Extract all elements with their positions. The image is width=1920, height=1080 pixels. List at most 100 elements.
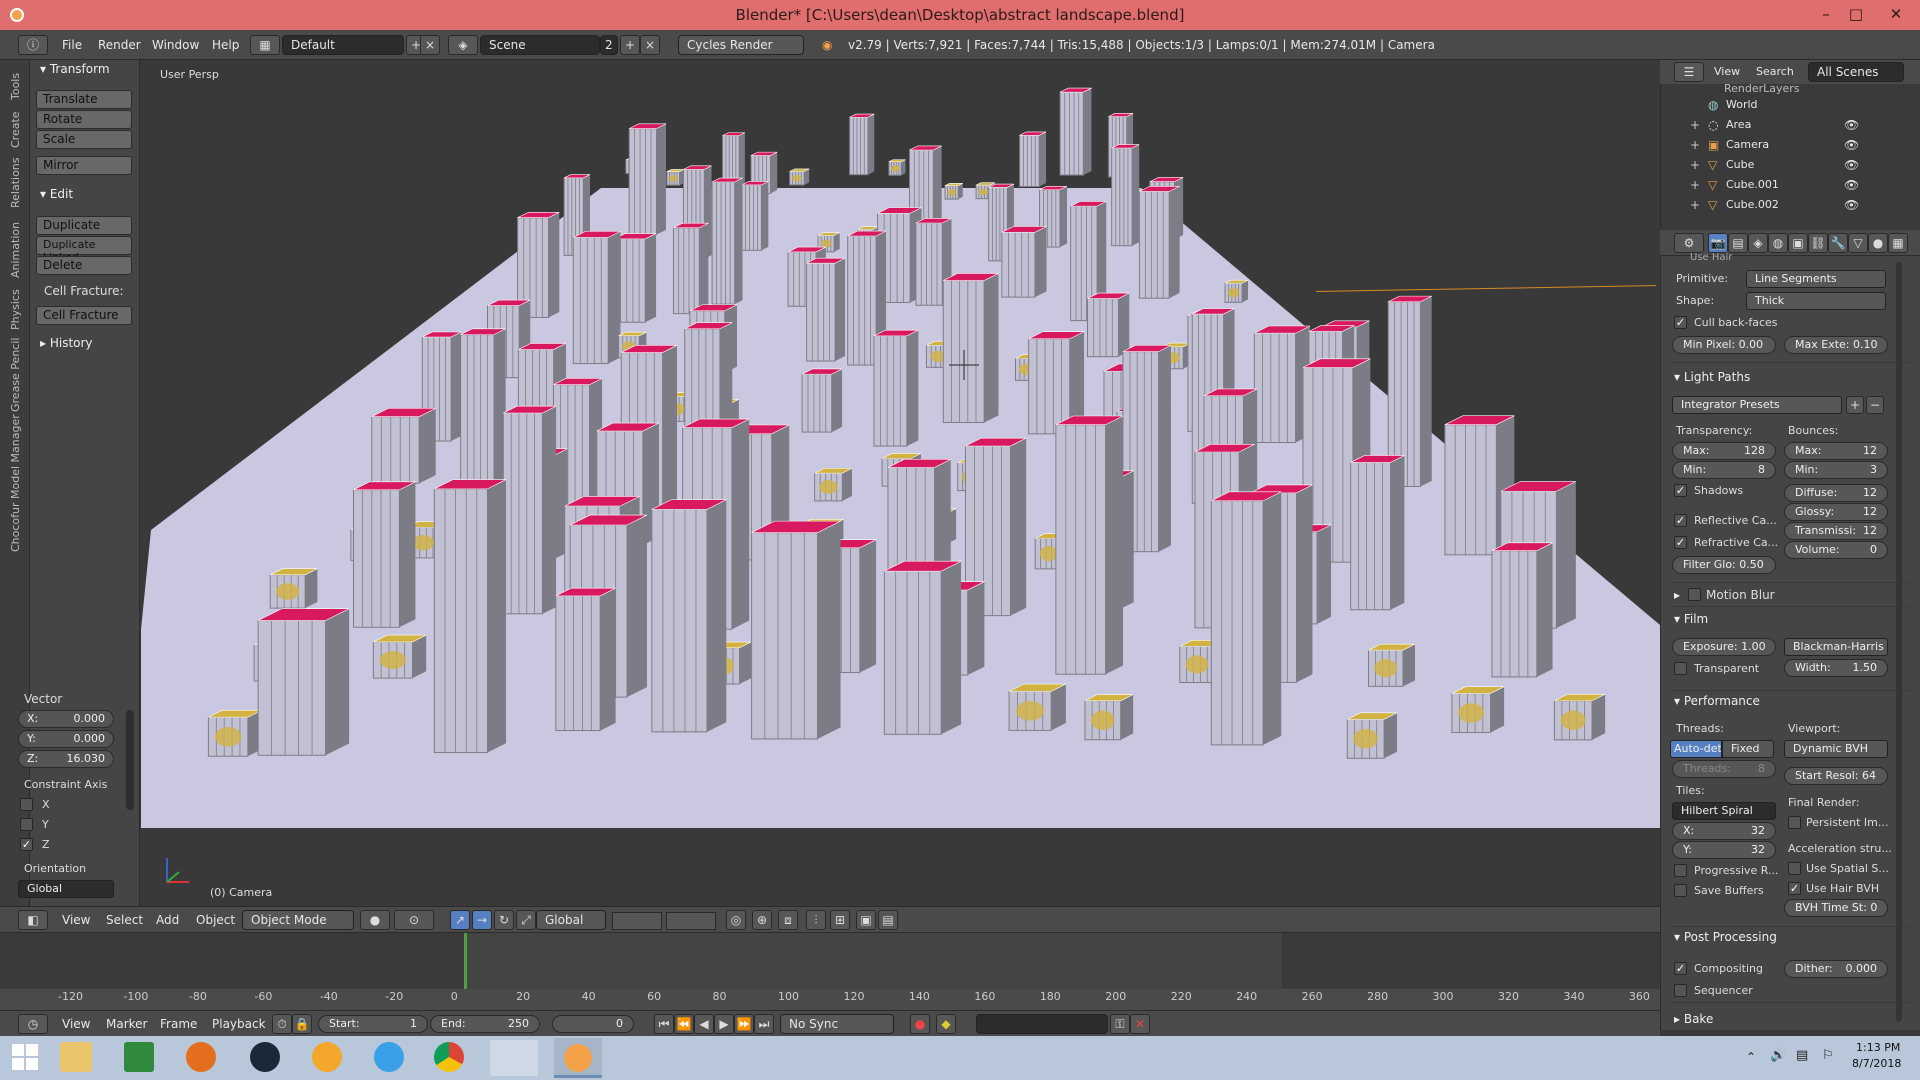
vp-menu-view[interactable]: View [62,913,90,927]
vector-x-field[interactable]: X: 0.000 [18,710,114,728]
delete-keyframe-icon[interactable]: ✕ [1130,1014,1150,1034]
layout-remove-button[interactable]: × [420,35,440,55]
mode-select[interactable]: Object Mode [242,910,354,930]
tile-y-field[interactable]: Y: 32 [1672,841,1776,859]
tab-tools[interactable]: Tools [9,73,22,100]
cell-fracture-button[interactable]: Cell Fracture [36,306,132,325]
vector-z-field[interactable]: Z: 16.030 [18,750,114,768]
snap-align-icon[interactable]: ⊞ [830,910,850,930]
post-processing-header[interactable]: ▾ Post Processing [1674,930,1777,944]
scene-add-button[interactable]: + [620,35,640,55]
primitive-select[interactable]: Line Segments [1746,270,1886,288]
texture-tab-icon[interactable]: ▦ [1888,233,1908,253]
render-opengl-icon[interactable]: ▣ [856,910,876,930]
pivot-select[interactable]: ⊙ [394,910,434,930]
scene-select[interactable]: Scene [480,35,600,55]
menu-window[interactable]: Window [152,38,199,52]
progressive-refine-checkbox[interactable] [1674,864,1687,877]
constraints-tab-icon[interactable]: ⛓ [1808,233,1828,253]
scene-tab-icon[interactable]: ◈ [1748,233,1768,253]
tl-menu-marker[interactable]: Marker [106,1017,147,1031]
menu-file[interactable]: File [62,38,82,52]
integrator-remove-button[interactable]: − [1866,396,1884,414]
vp-menu-object[interactable]: Object [196,913,235,927]
viewport-editor-icon[interactable]: ◧ [18,910,48,930]
rotate-manipulator[interactable]: ↻ [494,910,514,930]
shadows-checkbox[interactable]: ✓ [1674,484,1687,497]
outliner-filter-select[interactable]: All Scenes [1808,62,1904,82]
expand-icon[interactable]: + [1690,198,1700,212]
orientation-select[interactable]: Global [18,880,114,898]
filter-type-select[interactable]: Blackman-Harris [1784,638,1888,656]
motion-blur-header[interactable]: ▸ [1674,588,1680,602]
play-icon[interactable]: ▶ [714,1014,734,1034]
reflective-caustics-checkbox[interactable]: ✓ [1674,514,1687,527]
bvh-time-steps-field[interactable]: BVH Time St: 0 [1784,899,1888,917]
internet-explorer-icon[interactable] [374,1042,404,1072]
vector-y-field[interactable]: Y: 0.000 [18,730,114,748]
proportional-edit-icon[interactable]: ◎ [726,910,746,930]
jump-keyframe-forward-icon[interactable]: ⏩ [734,1014,754,1034]
timeline-editor-icon[interactable]: ◷ [18,1014,48,1034]
integrator-presets-select[interactable]: Integrator Presets [1672,396,1842,414]
history-panel-title[interactable]: ▸ History [40,336,93,350]
viewport-bvh-select[interactable]: Dynamic BVH [1784,740,1888,758]
film-header[interactable]: ▾ Film [1674,612,1708,626]
tl-menu-frame[interactable]: Frame [160,1017,197,1031]
file-explorer-icon[interactable] [60,1042,92,1072]
render-tab-icon[interactable]: 📷 [1708,233,1728,253]
tile-order-select[interactable]: Hilbert Spiral [1672,802,1776,820]
start-resolution-field[interactable]: Start Resol: 64 [1784,767,1888,785]
transform-orientation-select[interactable]: Global [536,910,606,930]
steam-icon[interactable] [250,1042,280,1072]
visibility-eye-icon[interactable]: 👁 [1844,138,1859,152]
outliner-menu-search[interactable]: Search [1756,65,1794,78]
photos-icon[interactable] [490,1040,538,1076]
sync-mode-select[interactable]: No Sync [780,1014,894,1034]
expand-icon[interactable]: + [1690,118,1700,132]
save-buffers-checkbox[interactable] [1674,884,1687,897]
visibility-eye-icon[interactable]: 👁 [1844,118,1859,132]
glossy-field[interactable]: Glossy: 12 [1784,503,1888,521]
visibility-eye-icon[interactable]: 👁 [1844,198,1859,212]
tab-physics[interactable]: Physics [9,289,22,330]
sequencer-checkbox[interactable] [1674,984,1687,997]
shape-select[interactable]: Thick [1746,292,1886,310]
play-reverse-icon[interactable]: ◀ [694,1014,714,1034]
tab-animation[interactable]: Animation [9,222,22,278]
shading-select[interactable]: ● [360,910,390,930]
min-pixel-field[interactable]: Min Pixel: 0.00 [1672,336,1776,354]
end-frame-field[interactable]: End: 250 [430,1015,540,1033]
half-life-icon[interactable] [312,1042,342,1072]
outliner-row-cube002[interactable]: + ▽ Cube.002 👁 [1660,196,1900,216]
max-ext-field[interactable]: Max Exte: 0.10 [1784,336,1888,354]
preview-range-icon[interactable]: ⏱ [272,1014,292,1034]
tab-grease-pencil[interactable]: Grease Pencil [9,338,22,412]
scene-icon[interactable]: ◈ [448,35,478,55]
volume-field[interactable]: Volume: 0 [1784,541,1888,559]
outliner-row-cube[interactable]: + ▽ Cube 👁 [1660,156,1900,176]
duplicate-button[interactable]: Duplicate [36,216,132,235]
snap-element-icon[interactable]: ⫶ [806,910,826,930]
world-tab-icon[interactable]: ◍ [1768,233,1788,253]
jump-end-icon[interactable]: ⏭ [754,1014,774,1034]
volume-icon[interactable]: 🔊 [1770,1048,1786,1063]
vp-menu-select[interactable]: Select [106,913,143,927]
tab-chocofur[interactable]: Chocofur Model Manager [9,414,22,552]
snap-toggle-icon[interactable]: ⊕ [752,910,772,930]
bounce-max-field[interactable]: Max: 12 [1784,442,1888,460]
tab-relations[interactable]: Relations [9,157,22,208]
clock-date[interactable]: 8/7/2018 [1852,1057,1901,1070]
editor-type-icon[interactable]: ⓘ [18,35,48,55]
render-anim-icon[interactable]: ▤ [878,910,898,930]
axis-x-checkbox[interactable] [20,798,33,811]
cull-checkbox[interactable]: ✓ [1674,316,1687,329]
translate-manipulator[interactable]: → [472,910,492,930]
threads-fixed-button[interactable]: Fixed [1722,740,1774,758]
diffuse-field[interactable]: Diffuse: 12 [1784,484,1888,502]
keying-set-icon[interactable]: ◆ [936,1014,956,1034]
vp-menu-add[interactable]: Add [156,913,179,927]
windows-start-icon[interactable] [12,1044,38,1070]
exposure-field[interactable]: Exposure: 1.00 [1672,638,1776,656]
network-icon[interactable]: ▤ [1796,1048,1808,1063]
